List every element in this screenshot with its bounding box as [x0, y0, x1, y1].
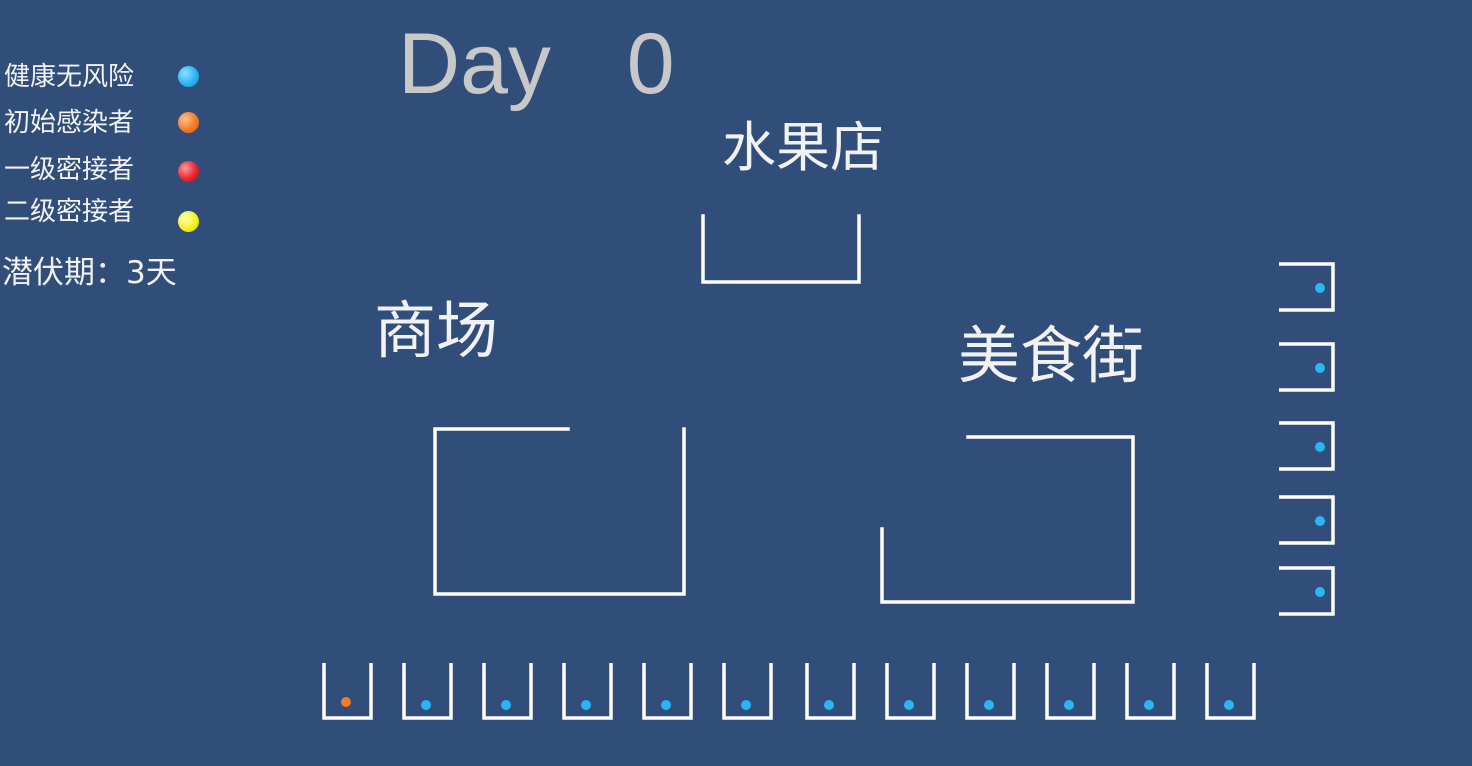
- home-bottom: [322, 663, 373, 720]
- healthy-person: [421, 700, 431, 710]
- home-right: [1279, 421, 1335, 471]
- food-street-building: [880, 435, 1135, 604]
- healthy-person: [904, 700, 914, 710]
- home-right: [1279, 566, 1335, 616]
- home-right: [1279, 262, 1335, 312]
- healthy-person: [501, 700, 511, 710]
- initial-infected-person: [341, 697, 351, 707]
- healthy-person: [1315, 283, 1325, 293]
- healthy-person: [1315, 587, 1325, 597]
- mall-building: [433, 427, 686, 596]
- healthy-person: [1315, 363, 1325, 373]
- map-walls: [322, 214, 1335, 720]
- healthy-person: [824, 700, 834, 710]
- home-right: [1279, 342, 1335, 392]
- fruit-store-building: [701, 214, 861, 284]
- home-right: [1279, 495, 1335, 545]
- healthy-person: [1315, 442, 1325, 452]
- healthy-person: [984, 700, 994, 710]
- healthy-person: [1144, 700, 1154, 710]
- healthy-person: [581, 700, 591, 710]
- healthy-person: [1315, 516, 1325, 526]
- healthy-person: [741, 700, 751, 710]
- healthy-person: [1064, 700, 1074, 710]
- healthy-person: [1224, 700, 1234, 710]
- healthy-person: [661, 700, 671, 710]
